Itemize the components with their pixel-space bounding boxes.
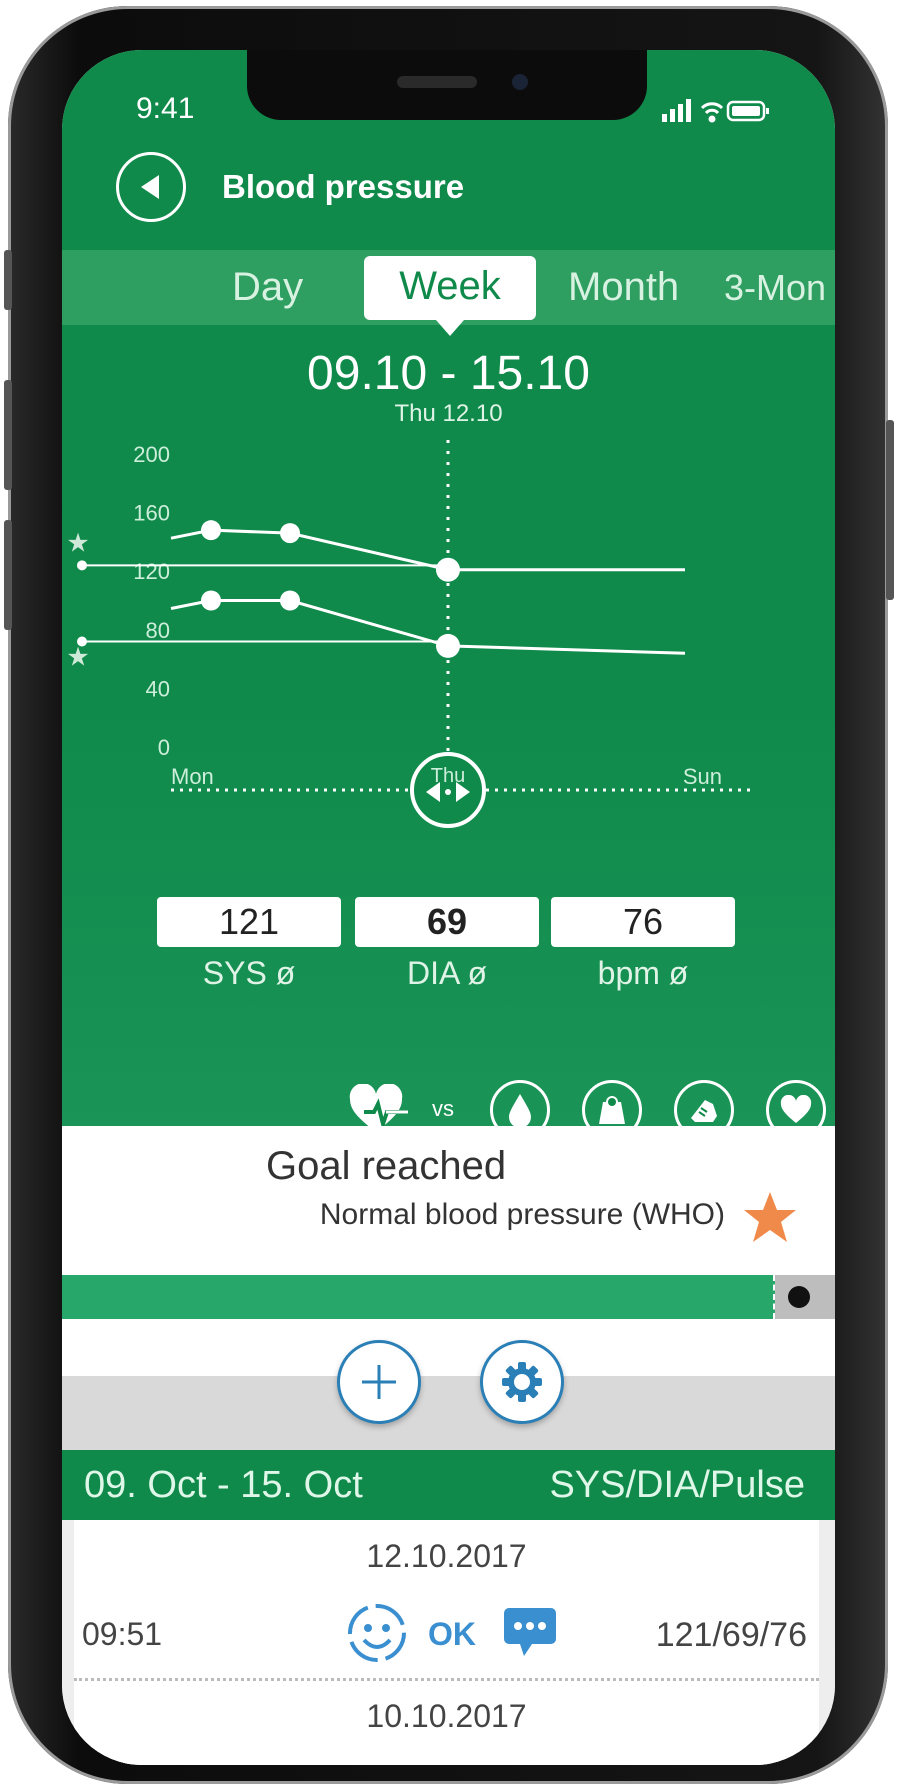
entry-values: 121/69/76 (655, 1616, 807, 1654)
goal-progress-fill (62, 1275, 776, 1319)
goal-star-icon: ★ (66, 527, 89, 557)
entry-status: OK (428, 1616, 476, 1652)
data-point (436, 633, 460, 658)
pulse-average-label: bpm ø (597, 955, 689, 991)
series-line (170, 528, 685, 572)
goal-line-marker (77, 560, 87, 571)
goal-star-icon: ★ (66, 642, 89, 672)
entry-date: 12.10.2017 (366, 1538, 527, 1574)
goal-title: Goal reached (266, 1144, 507, 1188)
goal-progress-bar (62, 1275, 835, 1319)
spacer (62, 1319, 835, 1377)
entry-list: 12.10.2017 09:51 OK 121/69/76 10.10.2017 (74, 1520, 819, 1765)
gear-icon (502, 1362, 542, 1402)
dia-average-value: 69 (355, 897, 539, 947)
y-tick-label: 40 (146, 676, 170, 701)
y-tick-label: 160 (133, 501, 170, 526)
vs-label: vs (432, 1096, 454, 1121)
action-band (62, 1376, 835, 1450)
list-range: 09. Oct - 15. Oct (84, 1464, 363, 1506)
sys-average-value: 121 (157, 897, 341, 947)
sys-average-label: SYS ø (202, 955, 296, 991)
dia-average-label: DIA ø (406, 955, 487, 991)
mute-switch (4, 250, 12, 310)
entry-row[interactable]: 09:51 OK 121/69/76 (74, 1590, 819, 1680)
progress-marker (788, 1286, 810, 1308)
x-tick-label: Sun (683, 764, 722, 789)
data-point (280, 523, 300, 544)
list-columns: SYS/DIA/Pulse (549, 1464, 805, 1506)
drop-icon (509, 1094, 531, 1128)
star-icon (744, 1192, 796, 1242)
volume-down-button (4, 520, 12, 630)
volume-up-button (4, 380, 12, 490)
entry-time: 09:51 (82, 1616, 163, 1652)
goal-subtitle: Normal blood pressure (WHO) (319, 1198, 725, 1231)
data-point (280, 590, 300, 611)
pulse-average-value: 76 (551, 897, 735, 947)
entry-date: 10.10.2017 (366, 1698, 527, 1734)
data-point (201, 590, 221, 611)
slider-center-dot (445, 789, 451, 795)
series-line (170, 599, 686, 655)
smiley-icon (348, 1604, 406, 1663)
data-point (201, 520, 221, 541)
heart-icon (780, 1095, 812, 1123)
plus-icon (362, 1365, 396, 1399)
app-screen: 9:41 Blood pressure Day Week Month 3-Mon… (62, 50, 835, 1765)
x-tick-label: Mon (171, 764, 214, 789)
bp-chart[interactable]: 0 40 80 120 160 200 ★ ★ Mon Sun Thu (62, 50, 835, 900)
list-header: 09. Oct - 15. Oct SYS/DIA/Pulse (62, 1450, 835, 1520)
y-tick-label: 0 (158, 735, 170, 760)
y-tick-label: 120 (133, 559, 170, 584)
y-tick-label: 200 (133, 442, 170, 467)
shoe-icon (691, 1100, 717, 1122)
entry-divider (74, 1678, 819, 1681)
scale-icon (599, 1096, 625, 1124)
data-point (436, 557, 460, 582)
x-tick-label: Thu (431, 765, 465, 787)
power-button (886, 420, 894, 600)
y-tick-label: 80 (146, 618, 170, 643)
settings-button[interactable] (480, 1340, 564, 1424)
add-measurement-button[interactable] (337, 1340, 421, 1424)
comment-icon[interactable] (502, 1606, 560, 1658)
